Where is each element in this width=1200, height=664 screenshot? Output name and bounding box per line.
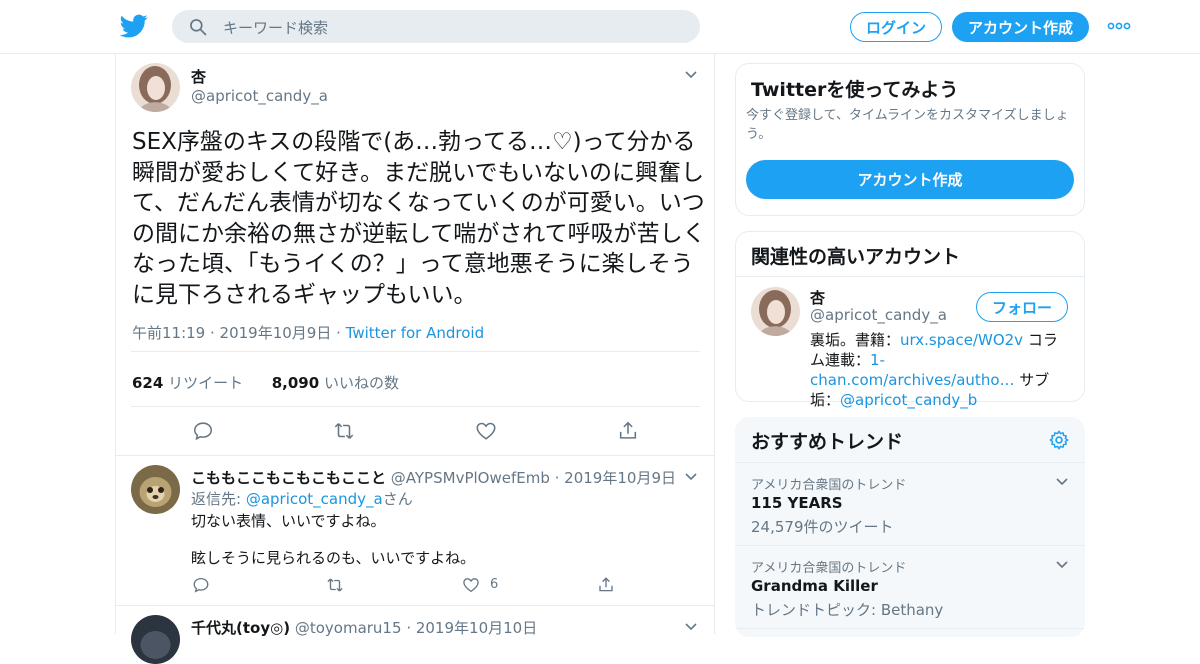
- trend-context: アメリカ合衆国のトレンド: [751, 478, 907, 493]
- avatar[interactable]: [131, 63, 180, 112]
- signup-button[interactable]: アカウント作成: [952, 12, 1089, 42]
- reply-text-line: 切ない表情、いいですよね。: [191, 512, 386, 530]
- meta-separator: ·: [331, 324, 346, 342]
- reply-author-handle[interactable]: @AYPSMvPlOwefEmb: [391, 469, 550, 487]
- tweet-timestamp: 午前11:19 · 2019年10月9日 · Twitter for Andro…: [132, 322, 484, 343]
- reply-date[interactable]: · 2019年10月10日: [406, 619, 537, 637]
- signup-card-desc: 今すぐ登録して、タイムラインをカスタマイズしましょう。: [746, 108, 1069, 142]
- retweet-icon[interactable]: [326, 576, 344, 594]
- trends-card: おすすめトレンド アメリカ合衆国のトレンド 115 YEARS 24,579件の…: [735, 417, 1085, 637]
- trend-name[interactable]: 115 YEARS: [751, 494, 843, 512]
- reply-to-link[interactable]: @apricot_candy_a: [246, 490, 383, 508]
- chevron-down-icon[interactable]: [684, 70, 698, 80]
- retweet-stat[interactable]: 624 リツイート: [132, 374, 243, 392]
- more-dots-icon[interactable]: [1107, 20, 1131, 32]
- reply-icon[interactable]: [192, 420, 214, 442]
- trend-tweet-count: 24,579件のツイート: [751, 518, 894, 536]
- top-nav: キーワード検索 ログイン アカウント作成: [0, 0, 1200, 54]
- reply-author-name[interactable]: こももここもこもこもここと: [191, 469, 386, 487]
- reply-to: 返信先: @apricot_candy_aさん: [191, 488, 413, 509]
- reply-like-count: 6: [490, 577, 499, 592]
- avatar[interactable]: [131, 615, 180, 664]
- related-title: 関連性の高いアカウント: [751, 246, 961, 268]
- search-placeholder: キーワード検索: [223, 19, 329, 37]
- trend-topic: トレンドトピック: Bethany: [751, 601, 944, 619]
- reply-header: 千代丸(toy◎) @toyomaru15 · 2019年10月10日: [191, 617, 537, 638]
- share-icon[interactable]: [617, 420, 639, 442]
- trends-title: おすすめトレンド: [751, 431, 904, 453]
- divider: [735, 628, 1085, 629]
- divider: [131, 351, 700, 352]
- reply-icon[interactable]: [192, 576, 210, 594]
- gear-icon[interactable]: [1048, 429, 1070, 451]
- reply-date[interactable]: · 2019年10月9日: [555, 469, 676, 487]
- tweet-column: 杏 @apricot_candy_a SEX序盤のキスの段階で(あ…勃ってる…♡…: [115, 54, 715, 664]
- retweet-icon[interactable]: [333, 420, 355, 442]
- reply-to-suffix: さん: [382, 490, 413, 508]
- like-icon[interactable]: [475, 420, 497, 442]
- tweet-text: SEX序盤のキスの段階で(あ…勃ってる…♡)って分かる瞬間が愛おしくて好き。まだ…: [132, 129, 706, 308]
- reply-to-prefix: 返信先:: [191, 490, 246, 508]
- reply-author-name[interactable]: 千代丸(toy◎): [191, 619, 290, 637]
- chevron-down-icon[interactable]: [1055, 560, 1069, 570]
- login-button[interactable]: ログイン: [850, 12, 942, 42]
- retweet-count: 624: [132, 374, 164, 392]
- author-handle[interactable]: @apricot_candy_a: [191, 87, 328, 105]
- author-name[interactable]: 杏: [191, 66, 206, 87]
- chevron-down-icon[interactable]: [684, 472, 698, 482]
- reply-author-handle[interactable]: @toyomaru15: [295, 619, 402, 637]
- chevron-down-icon[interactable]: [684, 622, 698, 632]
- signup-card-button[interactable]: アカウント作成: [746, 160, 1074, 199]
- avatar[interactable]: [131, 465, 180, 514]
- divider: [116, 455, 714, 456]
- divider: [131, 406, 700, 407]
- trend-name[interactable]: Grandma Killer: [751, 577, 878, 595]
- like-label: いいねの数: [323, 374, 399, 392]
- signup-card-title: Twitterを使ってみよう: [751, 79, 959, 101]
- divider: [736, 276, 1084, 277]
- signup-card: Twitterを使ってみよう 今すぐ登録して、タイムラインをカスタマイズしましょ…: [735, 63, 1085, 216]
- search-icon: [190, 19, 207, 36]
- reply-text-line: 眩しそうに見られるのも、いいですよね。: [191, 549, 476, 567]
- tweet-source[interactable]: Twitter for Android: [346, 324, 484, 342]
- tweet-stats: 624 リツイート 8,090 いいねの数: [132, 372, 399, 393]
- chevron-down-icon[interactable]: [1055, 477, 1069, 487]
- search-input[interactable]: キーワード検索: [172, 10, 700, 43]
- like-count: 8,090: [271, 374, 320, 392]
- like-icon[interactable]: [462, 576, 480, 594]
- share-icon[interactable]: [597, 576, 615, 594]
- like-stat[interactable]: 8,090 いいねの数: [272, 374, 399, 392]
- divider: [735, 462, 1085, 463]
- divider: [735, 545, 1085, 546]
- divider: [116, 605, 714, 606]
- avatar[interactable]: [751, 287, 800, 336]
- reply-header: こももここもこもこもここと @AYPSMvPlOwefEmb · 2019年10…: [191, 467, 676, 488]
- tweet-time[interactable]: 午前11:19 · 2019年10月9日: [132, 324, 331, 342]
- twitter-bird-icon[interactable]: [120, 12, 148, 40]
- retweet-label: リツイート: [168, 374, 244, 392]
- trend-context: アメリカ合衆国のトレンド: [751, 561, 907, 576]
